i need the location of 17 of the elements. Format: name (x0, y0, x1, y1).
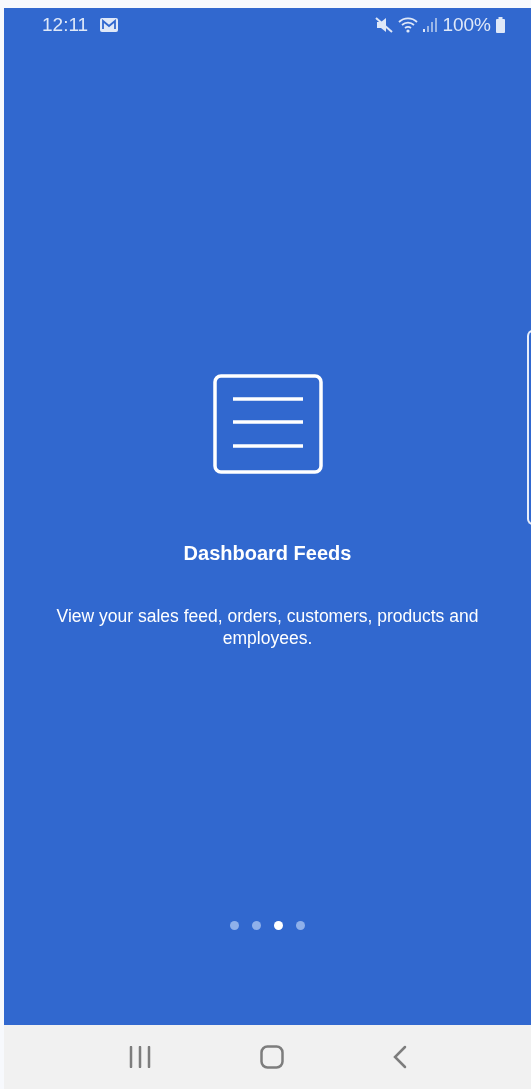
slide-description: View your sales feed, orders, customers, products and employees. (55, 605, 480, 649)
mail-icon (100, 18, 119, 32)
home-icon[interactable] (259, 1045, 284, 1069)
document-lines-icon (212, 374, 323, 474)
battery-percent: 100% (442, 14, 491, 36)
status-time: 12:11 (42, 14, 89, 36)
battery-icon (496, 17, 505, 33)
pager-dot[interactable] (230, 921, 239, 930)
pager-dot[interactable] (296, 921, 305, 930)
mute-icon (375, 17, 394, 33)
wifi-icon (398, 17, 419, 33)
slide-title: Dashboard Feeds (183, 542, 352, 565)
signal-icon (423, 18, 438, 32)
back-icon[interactable] (392, 1045, 407, 1069)
recent-apps-icon[interactable] (128, 1046, 151, 1068)
pager-dot[interactable] (274, 921, 283, 930)
pager-dot[interactable] (252, 921, 261, 930)
